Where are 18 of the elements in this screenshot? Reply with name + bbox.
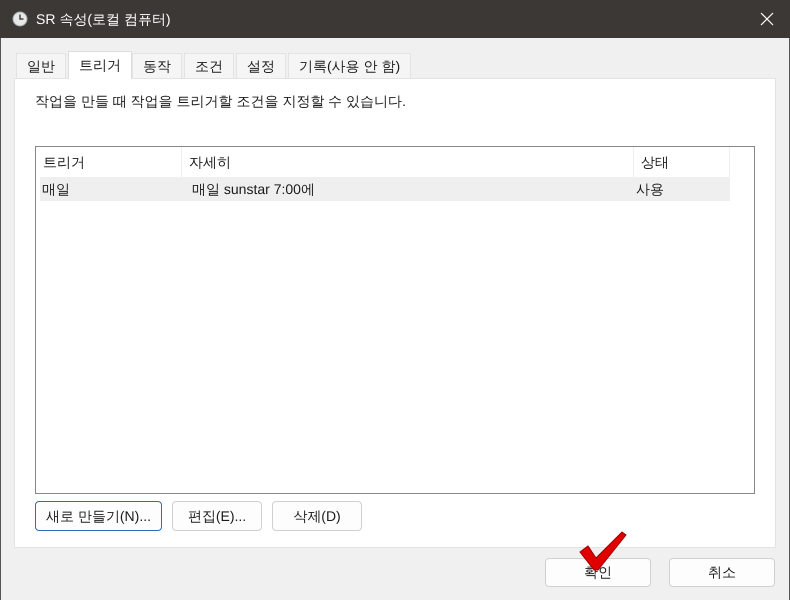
clock-icon (12, 11, 28, 27)
tab[interactable]: 일반 (16, 53, 66, 78)
tab[interactable]: 기록(사용 안 함) (288, 53, 412, 78)
table-cell-text: 매일 (41, 180, 71, 198)
table-row[interactable]: 매일 매일 sunstar 7:00에 사용 (40, 177, 730, 201)
action-button[interactable]: 편집(E)... (172, 501, 262, 531)
table-cell-text: 매일 sunstar 7:00에 (191, 180, 316, 198)
tab[interactable]: 동작 (132, 53, 182, 78)
tab[interactable]: 조건 (184, 53, 234, 78)
action-button[interactable]: 삭제(D) (272, 501, 362, 531)
tab[interactable]: 설정 (236, 53, 286, 78)
action-button[interactable]: 새로 만들기(N)... (35, 501, 162, 531)
window-title: SR 속성(로컬 컴퓨터) (36, 10, 172, 29)
close-icon[interactable] (760, 12, 774, 26)
tab[interactable]: 트리거 (68, 51, 132, 79)
dialog-button[interactable]: 취소 (669, 558, 775, 587)
table-cell-text: 사용 (635, 180, 665, 198)
description-text: 작업을 만들 때 작업을 트리거할 조건을 지정할 수 있습니다. (35, 92, 408, 111)
